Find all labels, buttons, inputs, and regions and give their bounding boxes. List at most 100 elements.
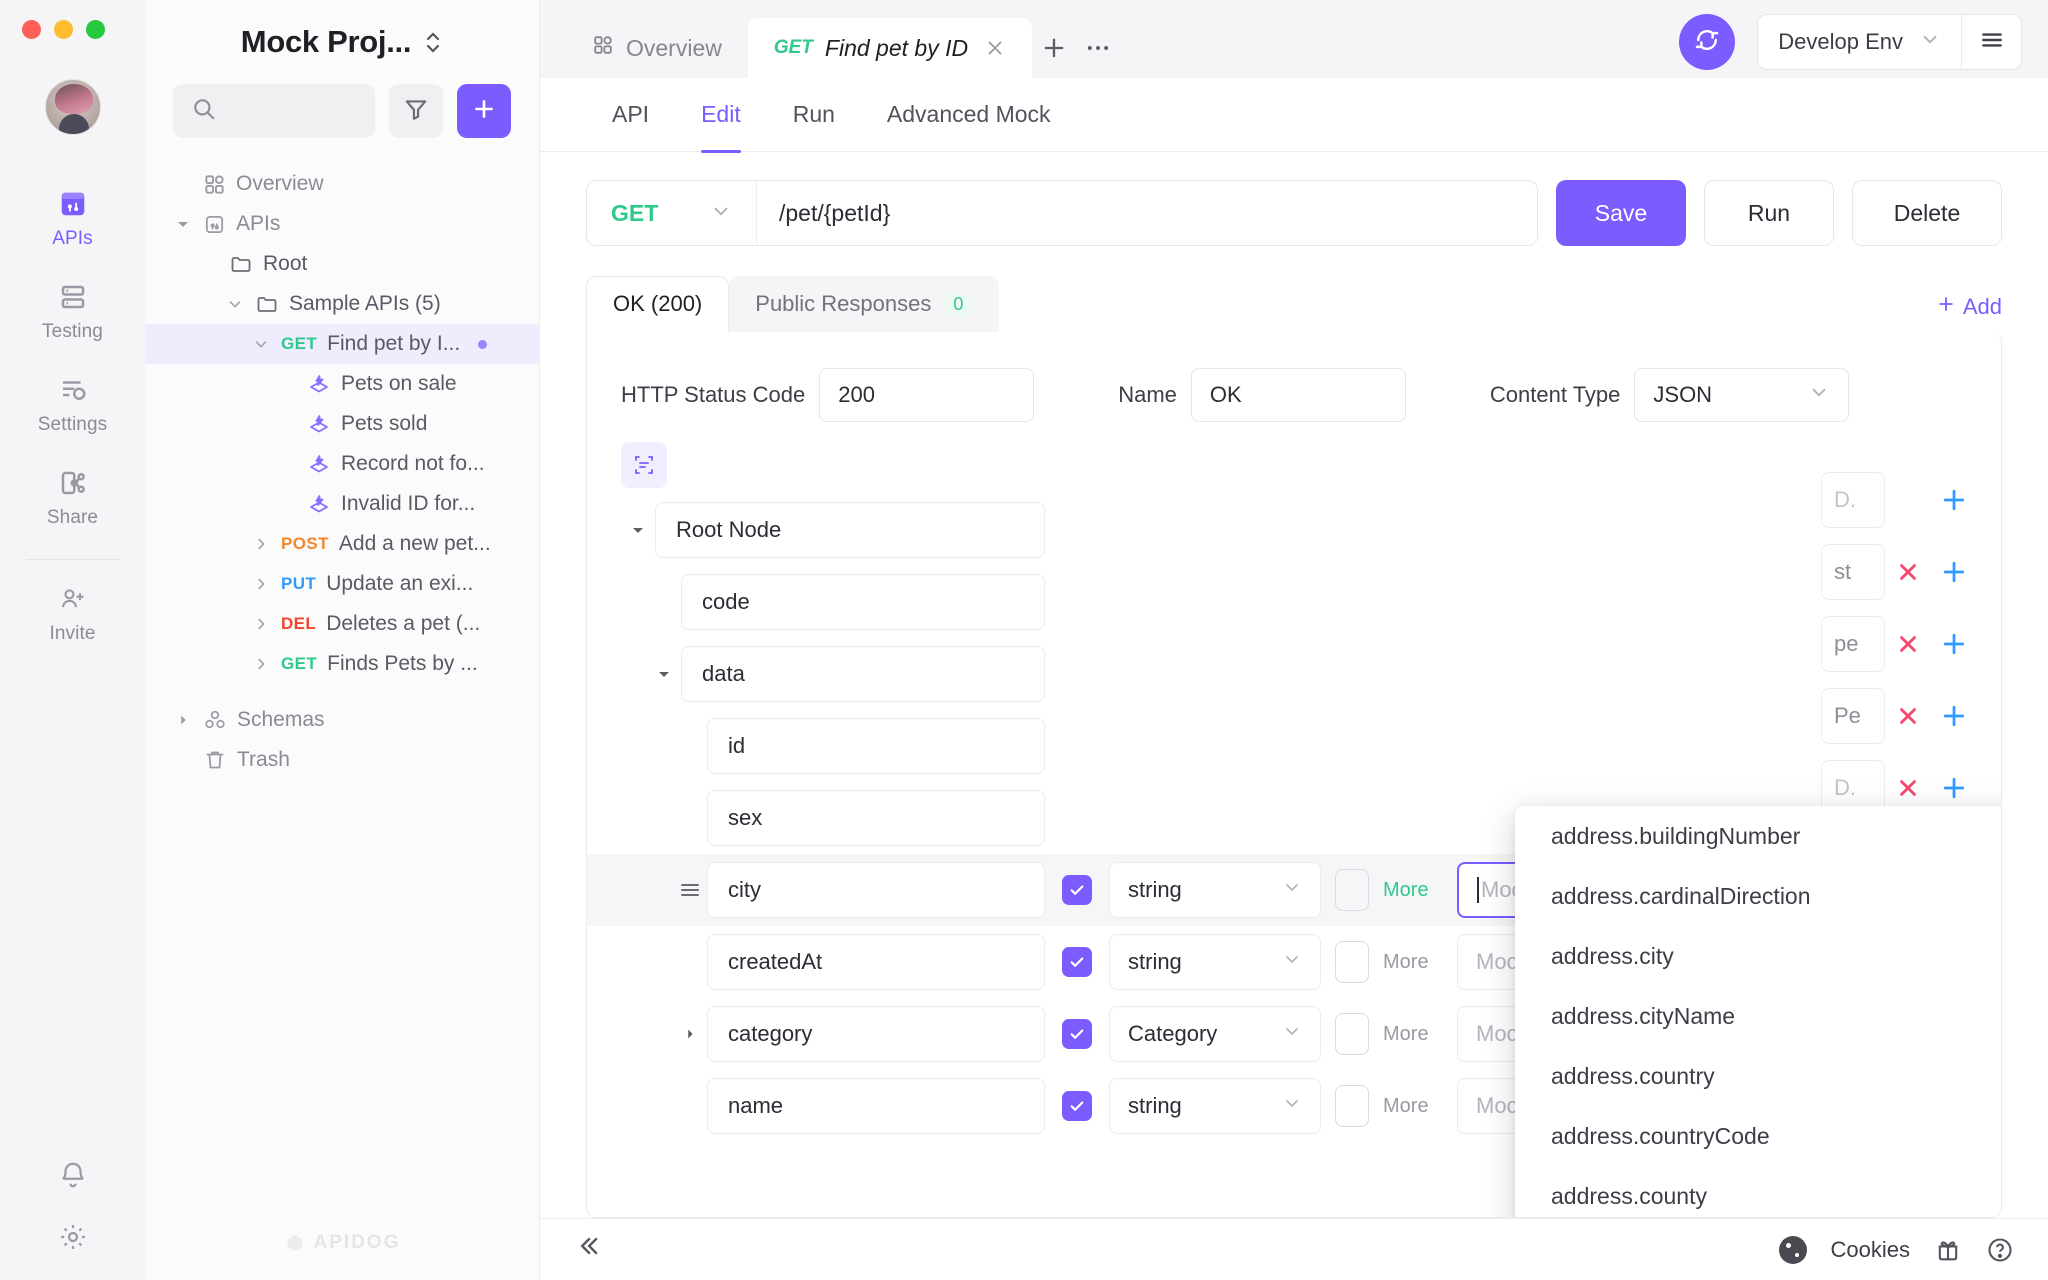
rail-item-apis[interactable]: APIs (0, 171, 145, 264)
enabled-checkbox[interactable] (1062, 875, 1092, 905)
tree-item-finds-pets-by[interactable]: GET Finds Pets by ... (145, 644, 539, 684)
tree-item-add-a-new-pet[interactable]: POST Add a new pet... (145, 524, 539, 564)
chevron-down-icon[interactable] (251, 335, 271, 353)
generate-schema-icon[interactable] (621, 442, 667, 488)
description-input[interactable]: Pe (1821, 688, 1885, 744)
minimize-window-button[interactable] (54, 20, 73, 39)
field-name-input[interactable]: city (707, 862, 1045, 918)
http-status-code-input[interactable]: 200 (819, 368, 1035, 422)
cookies-button[interactable]: Cookies (1831, 1237, 1910, 1263)
sync-button[interactable] (1679, 14, 1736, 70)
tree-item-apis[interactable]: APIs (145, 204, 539, 244)
content-type-select[interactable]: JSON (1634, 368, 1850, 422)
tree-item-invalid-id-for[interactable]: Invalid ID for... (145, 484, 539, 524)
field-name-input[interactable]: name (707, 1078, 1045, 1134)
add-row-icon[interactable] (1931, 701, 1977, 731)
field-name-input[interactable]: createdAt (707, 934, 1045, 990)
search-input[interactable] (173, 84, 375, 138)
tab-more-icon[interactable] (1076, 18, 1120, 78)
response-tab-public-responses[interactable]: Public Responses 0 (729, 276, 1000, 332)
response-tab-ok-200[interactable]: OK (200) (586, 276, 730, 332)
field-name-input[interactable]: id (707, 718, 1045, 774)
chevron-right-icon[interactable] (251, 575, 271, 593)
add-row-icon[interactable] (1931, 773, 1977, 803)
required-toggle[interactable] (1335, 1013, 1369, 1055)
new-tab-button[interactable] (1032, 18, 1076, 78)
dropdown-option[interactable]: address.cityCity (1515, 926, 2001, 986)
field-type-select[interactable]: string (1109, 1078, 1321, 1134)
bell-icon[interactable] (56, 1158, 90, 1192)
delete-row-icon[interactable] (1885, 558, 1931, 586)
response-name-input[interactable]: OK (1190, 368, 1406, 422)
close-window-button[interactable] (22, 20, 41, 39)
dropdown-option[interactable]: address.countryCodeCountry Code (1515, 1106, 2001, 1166)
delete-button[interactable]: Delete (1852, 180, 2002, 246)
field-type-select[interactable]: Category (1109, 1006, 1321, 1062)
more-button[interactable]: More (1383, 1095, 1457, 1118)
chevron-right-icon[interactable] (251, 535, 271, 553)
add-row-icon[interactable] (1931, 629, 1977, 659)
required-toggle[interactable] (1335, 1085, 1369, 1127)
close-tab-icon[interactable] (984, 37, 1006, 59)
tree-item-find-pet-by-i[interactable]: GET Find pet by I... (145, 324, 539, 364)
caret-down-icon[interactable] (621, 522, 655, 538)
chevron-right-icon[interactable] (251, 615, 271, 633)
more-button[interactable]: More (1383, 951, 1457, 974)
subtab-edit[interactable]: Edit (675, 78, 767, 153)
dropdown-option[interactable]: address.buildingNumberBuilding Number (1515, 806, 2001, 866)
tree-item-overview[interactable]: Overview (145, 164, 539, 204)
subtab-advanced-mock[interactable]: Advanced Mock (861, 78, 1077, 152)
delete-row-icon[interactable] (1885, 774, 1931, 802)
collapse-panel-button[interactable] (574, 1232, 602, 1267)
environment-menu-button[interactable] (1961, 15, 2021, 69)
caret-right-small-icon[interactable] (173, 713, 193, 727)
more-button[interactable]: More (1383, 879, 1457, 902)
rail-item-invite[interactable]: Invite (0, 566, 145, 659)
caret-down-small-icon[interactable] (173, 216, 193, 232)
dropdown-option[interactable]: address.cityNameCity Name (1515, 986, 2001, 1046)
page-tab-find-pet-by-id[interactable]: GET Find pet by ID (747, 18, 1033, 78)
tree-item-sample-apis-5[interactable]: Sample APIs (5) (145, 284, 539, 324)
chevron-right-icon[interactable] (251, 655, 271, 673)
field-name-input[interactable]: Root Node (655, 502, 1045, 558)
filter-button[interactable] (389, 84, 443, 138)
add-row-icon[interactable] (1931, 485, 1977, 515)
field-name-input[interactable]: sex (707, 790, 1045, 846)
gift-icon[interactable] (1934, 1236, 1962, 1264)
tree-item-root[interactable]: Root (145, 244, 539, 284)
environment-selector[interactable]: Develop Env (1758, 15, 1961, 69)
add-response-button[interactable]: Add (1936, 294, 2002, 320)
tree-item-update-an-exi[interactable]: PUT Update an exi... (145, 564, 539, 604)
subtab-api[interactable]: API (586, 78, 675, 152)
tree-item-trash[interactable]: Trash (145, 740, 539, 780)
url-path-input[interactable]: /pet/{petId} (757, 181, 1537, 245)
chevron-down-icon[interactable] (225, 295, 245, 313)
caret-right-icon[interactable] (673, 1027, 707, 1041)
project-switcher[interactable]: Mock Proj... (145, 0, 539, 78)
field-name-input[interactable]: code (681, 574, 1045, 630)
field-type-select[interactable]: string (1109, 862, 1321, 918)
description-input[interactable]: D. (1821, 472, 1885, 528)
avatar[interactable] (44, 79, 101, 135)
tree-item-record-not-fo[interactable]: Record not fo... (145, 444, 539, 484)
description-input[interactable]: st (1821, 544, 1885, 600)
enabled-checkbox[interactable] (1062, 1019, 1092, 1049)
rail-item-settings[interactable]: Settings (0, 357, 145, 450)
drag-handle-icon[interactable] (673, 878, 707, 902)
dropdown-option[interactable]: address.countryCountry (1515, 1046, 2001, 1106)
add-api-button[interactable] (457, 84, 511, 138)
tree-item-deletes-a-pet[interactable]: DEL Deletes a pet (... (145, 604, 539, 644)
enabled-checkbox[interactable] (1062, 1091, 1092, 1121)
caret-down-icon[interactable] (647, 666, 681, 682)
tree-item-pets-sold[interactable]: Pets sold (145, 404, 539, 444)
run-button[interactable]: Run (1704, 180, 1834, 246)
page-tab-overview[interactable]: Overview (566, 18, 748, 78)
tree-item-pets-on-sale[interactable]: Pets on sale (145, 364, 539, 404)
help-icon[interactable] (1986, 1236, 2014, 1264)
gear-icon[interactable] (56, 1220, 90, 1254)
rail-item-share[interactable]: Share (0, 450, 145, 543)
field-name-input[interactable]: data (681, 646, 1045, 702)
field-name-input[interactable]: category (707, 1006, 1045, 1062)
enabled-checkbox[interactable] (1062, 947, 1092, 977)
save-button[interactable]: Save (1556, 180, 1686, 246)
